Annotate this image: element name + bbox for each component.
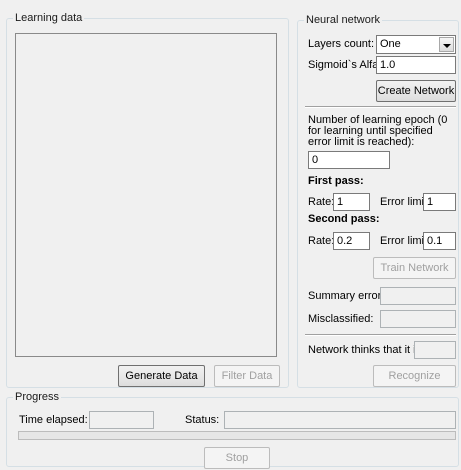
network-thinks-label: Network thinks that it is: bbox=[308, 344, 425, 356]
layers-count-select[interactable]: One bbox=[376, 35, 456, 54]
layers-count-label: Layers count: bbox=[308, 38, 375, 50]
epoch-label: Number of learning epoch (0 for learning… bbox=[308, 114, 448, 148]
network-answer-field bbox=[414, 341, 456, 359]
stop-button[interactable]: Stop bbox=[204, 447, 270, 469]
separator bbox=[305, 106, 456, 108]
separator bbox=[305, 334, 456, 336]
learning-data-canvas[interactable] bbox=[15, 33, 277, 357]
second-error-limit-field[interactable]: 0.1 bbox=[423, 232, 456, 250]
learning-data-title: Learning data bbox=[13, 12, 85, 24]
summary-error-label: Summary error: bbox=[308, 290, 385, 302]
create-network-button[interactable]: Create Network bbox=[376, 80, 456, 102]
chevron-down-icon[interactable] bbox=[439, 37, 454, 52]
misclassified-label: Misclassified: bbox=[308, 313, 374, 325]
progress-title: Progress bbox=[13, 391, 62, 403]
first-rate-field[interactable]: 1 bbox=[333, 193, 370, 211]
first-error-limit-field[interactable]: 1 bbox=[423, 193, 456, 211]
first-pass-label: First pass: bbox=[308, 175, 364, 187]
recognize-button[interactable]: Recognize bbox=[373, 365, 456, 387]
sigmoid-alfa-field[interactable]: 1.0 bbox=[376, 56, 456, 74]
time-elapsed-field bbox=[89, 411, 154, 429]
second-rate-field[interactable]: 0.2 bbox=[333, 232, 370, 250]
layers-count-value: One bbox=[380, 38, 401, 50]
first-error-limit-label: Error limit bbox=[380, 196, 428, 208]
second-pass-label: Second pass: bbox=[308, 213, 380, 225]
misclassified-field bbox=[380, 310, 456, 328]
status-field bbox=[224, 411, 456, 429]
summary-error-field bbox=[380, 287, 456, 305]
time-elapsed-label: Time elapsed: bbox=[19, 414, 88, 426]
generate-data-button[interactable]: Generate Data bbox=[118, 365, 205, 387]
second-error-limit-label: Error limit bbox=[380, 235, 428, 247]
first-rate-label: Rate: bbox=[308, 196, 335, 208]
progress-bar bbox=[18, 431, 456, 440]
second-rate-label: Rate: bbox=[308, 235, 335, 247]
train-network-button[interactable]: Train Network bbox=[373, 257, 456, 279]
filter-data-button[interactable]: Filter Data bbox=[214, 365, 280, 387]
neural-network-title: Neural network bbox=[304, 14, 382, 26]
epoch-field[interactable]: 0 bbox=[308, 151, 390, 169]
status-label: Status: bbox=[185, 414, 220, 426]
sigmoid-alfa-label: Sigmoid`s Alfa: bbox=[308, 59, 382, 71]
